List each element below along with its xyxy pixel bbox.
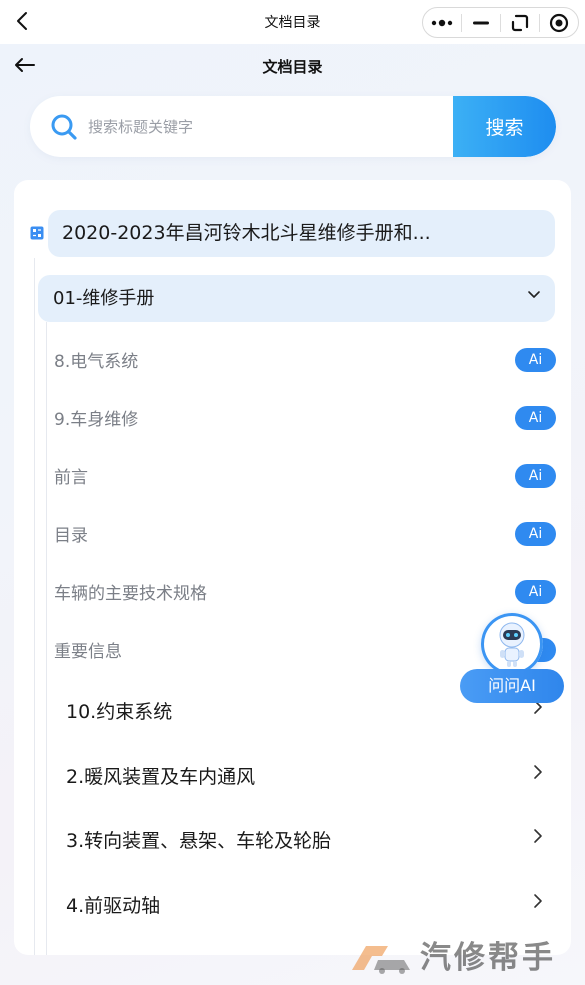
close-circle-icon: [549, 13, 569, 32]
list-item[interactable]: 前言 Ai: [46, 447, 556, 505]
subfolder-item[interactable]: 4.前驱动轴: [47, 872, 555, 936]
subfolder-label: 3.转向装置、悬架、车轮及轮胎: [66, 830, 332, 852]
list-item[interactable]: 目录 Ai: [46, 505, 556, 563]
minimize-button[interactable]: [462, 8, 500, 37]
ask-ai-button[interactable]: 问问AI: [460, 669, 564, 703]
minimize-icon: [473, 21, 489, 24]
search-bar: 搜索: [30, 96, 556, 157]
item-label: 前言: [54, 468, 88, 488]
float-window-icon: [511, 14, 529, 31]
item-label: 重要信息: [54, 642, 122, 662]
search-button[interactable]: 搜索: [453, 96, 556, 157]
page-header: 文档目录: [0, 44, 585, 88]
search-icon: [51, 114, 77, 140]
ai-badge[interactable]: Ai: [515, 406, 556, 430]
folder-item[interactable]: 01-维修手册: [38, 275, 555, 322]
subfolder-label: 2.暖风装置及车内通风: [66, 766, 256, 788]
document-title[interactable]: 2020-2023年昌河铃木北斗星维修手册和...: [48, 210, 555, 257]
watermark-text: 汽修帮手: [420, 940, 556, 976]
list-item[interactable]: 8.电气系统 Ai: [46, 331, 556, 389]
item-label: 目录: [54, 526, 88, 546]
robot-avatar-icon[interactable]: [481, 613, 543, 675]
tree-guide-line: [34, 258, 35, 955]
robot-illustration: [499, 622, 525, 667]
page-title: 文档目录: [262, 58, 323, 76]
capsule-menu: [422, 7, 579, 38]
subfolder-item[interactable]: 2.暖风装置及车内通风: [47, 743, 555, 807]
document-icon: [30, 226, 44, 240]
item-label: 9.车身维修: [54, 410, 139, 430]
float-window-button[interactable]: [501, 8, 539, 37]
list-item[interactable]: 车辆的主要技术规格 Ai: [46, 563, 556, 621]
subfolder-label: 10.约束系统: [66, 701, 173, 723]
chevron-right-icon: [534, 765, 542, 779]
list-item[interactable]: 9.车身维修 Ai: [46, 389, 556, 447]
ai-badge[interactable]: Ai: [515, 580, 556, 604]
more-dots-icon: [431, 19, 453, 26]
search-input[interactable]: [88, 96, 448, 157]
chevron-right-icon: [534, 894, 542, 908]
watermark: 汽修帮手: [348, 938, 582, 978]
chevron-right-icon: [534, 829, 542, 843]
ai-badge[interactable]: Ai: [515, 522, 556, 546]
item-label: 车辆的主要技术规格: [54, 584, 207, 604]
chevron-down-icon: [528, 291, 540, 298]
ai-badge[interactable]: Ai: [515, 464, 556, 488]
subfolder-label: 4.前驱动轴: [66, 895, 161, 917]
more-button[interactable]: [423, 8, 461, 37]
close-button[interactable]: [540, 8, 578, 37]
subfolder-item[interactable]: 3.转向装置、悬架、车轮及轮胎: [47, 807, 555, 871]
directory-card: 2020-2023年昌河铃木北斗星维修手册和... 01-维修手册 8.电气系统…: [14, 180, 571, 955]
watermark-logo: [352, 946, 410, 974]
item-label: 8.电气系统: [54, 352, 139, 372]
ai-badge[interactable]: Ai: [515, 348, 556, 372]
miniprogram-title-bar: 文档目录: [0, 0, 585, 44]
folder-label: 01-维修手册: [53, 288, 155, 309]
